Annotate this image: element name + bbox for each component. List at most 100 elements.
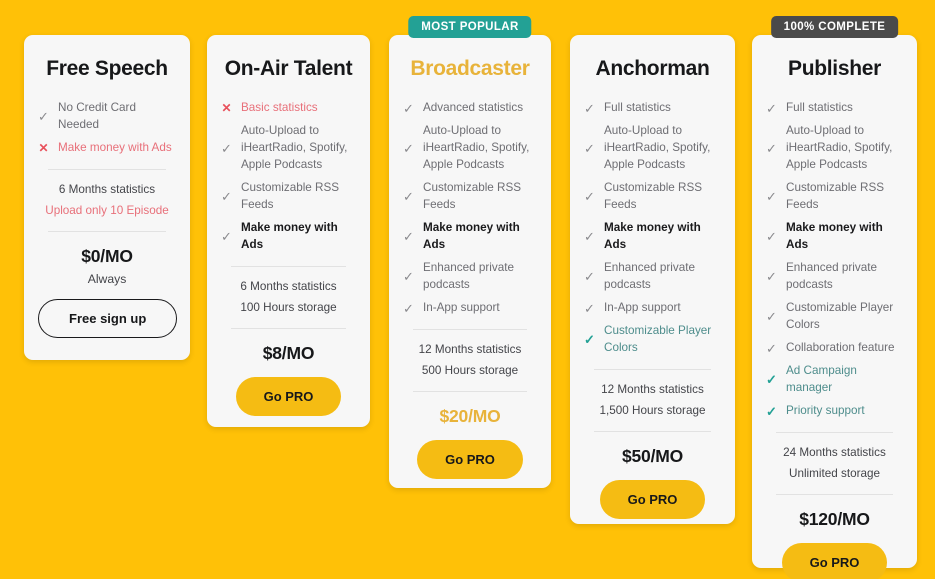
check-icon: ✓: [403, 300, 414, 316]
feature-label: Enhanced private podcasts: [423, 260, 514, 291]
feature-label: No Credit Card Needed: [58, 101, 136, 131]
plan-cta-button-broadcaster[interactable]: Go PRO: [417, 439, 523, 479]
check-icon: ✓: [584, 100, 595, 116]
plan-price-publisher: $120/MO: [799, 508, 870, 529]
plan-meta-line: 12 Months statistics: [601, 382, 704, 396]
check-icon: ✓: [766, 340, 777, 356]
feature-list: ✓ Full statistics ✓ Auto-Upload to iHeartRa…: [584, 97, 721, 360]
pricing-table: Free Speech ✓ No Credit Card Needed ✕ Make m…: [0, 0, 935, 579]
plan-meta-line: Unlimited storage: [789, 467, 880, 481]
plan-title-on-air-talent: On-Air Talent: [224, 57, 353, 80]
feature-label: Ad Campaign manager: [786, 363, 857, 394]
plan-title-broadcaster: Broadcaster: [410, 57, 530, 80]
check-icon: ✓: [38, 109, 49, 125]
feature-label: Make money with Ads: [241, 220, 338, 251]
plan-meta-line: 24 Months statistics: [783, 445, 886, 459]
feature-item: ✓ Enhanced private podcasts: [584, 257, 721, 297]
feature-item: ✓ Collaboration feature: [766, 337, 903, 360]
check-icon: ✓: [403, 229, 414, 245]
plan-meta-line: 100 Hours storage: [240, 301, 337, 315]
feature-item: ✕ Basic statistics: [221, 97, 356, 120]
check-icon: ✓: [403, 100, 414, 116]
check-icon: ✓: [766, 100, 777, 116]
divider: [594, 430, 711, 432]
divider: [413, 390, 527, 392]
check-icon: ✓: [403, 140, 414, 156]
plan-price-on-air-talent: $8/MO: [262, 342, 315, 363]
feature-item: ✓ Make money with Ads: [584, 217, 721, 257]
feature-item: ✓ Customizable RSS Feeds: [584, 177, 721, 217]
check-icon: ✓: [584, 332, 595, 348]
feature-label: Customizable RSS Feeds: [786, 180, 885, 211]
plan-meta: 6 Months statistics Upload only 10 Episod…: [38, 179, 176, 222]
feature-label: Customizable RSS Feeds: [604, 180, 703, 211]
pricing-card-anchorman: Anchorman ✓ Full statistics ✓ Auto-Upload to…: [570, 35, 735, 524]
check-icon: ✓: [766, 403, 777, 419]
feature-label: Collaboration feature: [786, 340, 895, 354]
divider: [231, 265, 346, 267]
plan-title-publisher: Publisher: [788, 57, 881, 80]
feature-label: In-App support: [423, 300, 500, 314]
feature-label: Enhanced private podcasts: [786, 260, 877, 291]
check-icon: ✓: [221, 229, 232, 245]
feature-item: ✓ Full statistics: [766, 97, 903, 120]
feature-label: Auto-Upload to iHeartRadio, Spotify, App…: [423, 123, 530, 171]
feature-label: Auto-Upload to iHeartRadio, Spotify, App…: [604, 123, 711, 171]
check-icon: ✓: [584, 189, 595, 205]
divider: [48, 231, 166, 232]
feature-item: ✓ Make money with Ads: [766, 217, 903, 257]
cross-icon: ✕: [38, 141, 49, 156]
check-icon: ✓: [584, 140, 595, 156]
plan-meta-line: 6 Months statistics: [58, 182, 156, 196]
plan-price-broadcaster: $20/MO: [439, 405, 501, 426]
plan-title-anchorman: Anchorman: [595, 57, 710, 80]
feature-item: ✓ Make money with Ads: [221, 217, 356, 257]
plan-cta-button-on-air-talent[interactable]: Go PRO: [235, 376, 342, 416]
feature-item: ✓ Customizable Player Colors: [766, 297, 903, 337]
plan-cta-button-free-speech[interactable]: Free sign up: [38, 299, 178, 338]
feature-list: ✓ Advanced statistics ✓ Auto-Upload to iHea…: [403, 97, 537, 320]
feature-item: ✓ Customizable Player Colors: [584, 320, 721, 360]
feature-label: Make money with Ads: [58, 140, 172, 154]
plan-price-subtext: Always: [87, 272, 127, 286]
plan-meta: 24 Months statistics Unlimited storage: [766, 442, 903, 485]
divider: [776, 493, 893, 495]
feature-item: ✓ Enhanced private podcasts: [403, 257, 537, 297]
plan-price-anchorman: $50/MO: [621, 445, 684, 466]
check-icon: ✓: [766, 372, 777, 388]
divider: [413, 328, 527, 330]
feature-list: ✓ No Credit Card Needed ✕ Make money with A…: [38, 97, 176, 160]
check-icon: ✓: [766, 189, 777, 205]
plan-badge-broadcaster: MOST POPULAR: [408, 16, 532, 38]
check-icon: ✓: [766, 229, 777, 245]
feature-item: ✓ Ad Campaign manager: [766, 360, 903, 400]
plan-meta-line: 6 Months statistics: [240, 279, 337, 293]
feature-label: Basic statistics: [241, 101, 318, 114]
divider: [231, 327, 346, 329]
feature-item: ✓ Customizable RSS Feeds: [403, 177, 537, 217]
feature-label: Full statistics: [786, 101, 853, 114]
divider: [48, 168, 166, 170]
check-icon: ✓: [584, 300, 595, 316]
plan-price-free-speech: $0/MO: [81, 246, 133, 266]
plan-badge-publisher: 100% COMPLETE: [770, 16, 899, 38]
feature-item: ✓ Auto-Upload to iHeartRadio, Spotify, Ap…: [403, 120, 537, 177]
plan-meta: 6 Months statistics 100 Hours storage: [221, 276, 356, 319]
plan-cta-button-anchorman[interactable]: Go PRO: [599, 479, 706, 519]
plan-cta-button-publisher[interactable]: Go PRO: [781, 542, 888, 579]
plan-meta: 12 Months statistics 1,500 Hours storage: [584, 379, 721, 422]
feature-label: Full statistics: [604, 101, 671, 114]
feature-item: ✓ Full statistics: [584, 97, 721, 120]
feature-item: ✓ Advanced statistics: [403, 97, 537, 120]
feature-item: ✓ Priority support: [766, 400, 903, 423]
feature-item: ✓ Customizable RSS Feeds: [221, 177, 356, 217]
check-icon: ✓: [766, 140, 777, 156]
pricing-card-on-air-talent: On-Air Talent ✕ Basic statistics ✓ Auto-Uplo…: [207, 35, 370, 427]
plan-meta-line: 500 Hours storage: [421, 364, 519, 378]
divider: [776, 431, 893, 433]
feature-label: In-App support: [604, 300, 681, 314]
feature-label: Priority support: [786, 403, 865, 417]
cross-icon: ✕: [221, 101, 232, 116]
plan-meta: 12 Months statistics 500 Hours storage: [403, 339, 537, 382]
feature-item: ✓ In-App support: [584, 297, 721, 320]
